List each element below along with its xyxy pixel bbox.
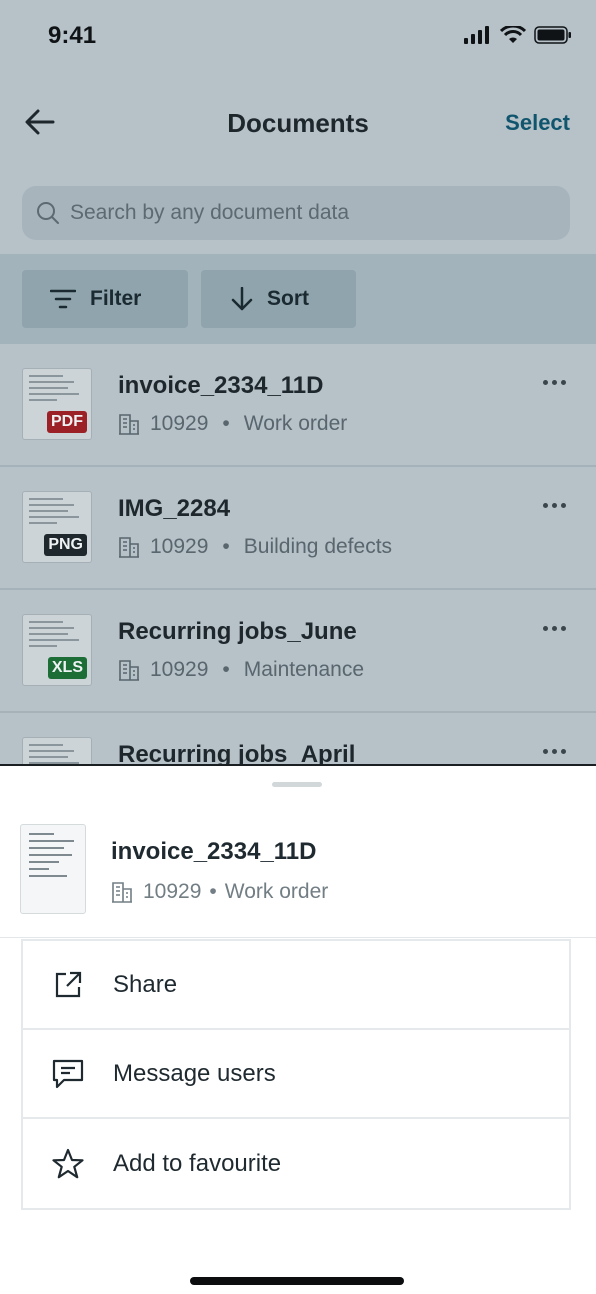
nav-header: Documents Select xyxy=(0,90,596,154)
document-row[interactable]: XLS Recurring jobs_June 10929 • Maintena… xyxy=(0,590,596,713)
file-type-badge: XLS xyxy=(47,657,87,679)
document-meta: 10929 • Work order xyxy=(118,412,347,436)
file-type-badge: PNG xyxy=(44,534,87,556)
wifi-icon xyxy=(500,26,526,43)
document-preview-thumbnail xyxy=(20,824,86,914)
share-external-icon xyxy=(51,968,85,1002)
message-icon xyxy=(51,1057,85,1091)
signal-icon xyxy=(464,26,489,44)
document-category: Maintenance xyxy=(243,658,365,681)
sheet-document-meta: 10929 • Work order xyxy=(111,880,328,904)
document-id: 10929 xyxy=(150,412,209,435)
document-thumbnail: PDF xyxy=(22,368,92,440)
filter-sort-bar: Filter Sort xyxy=(0,254,596,344)
file-type-badge: PDF xyxy=(47,411,87,433)
sheet-document-id: 10929 xyxy=(143,880,202,903)
document-meta: 10929 • Maintenance xyxy=(118,658,364,682)
sort-label: Sort xyxy=(267,287,309,310)
sort-button[interactable]: Sort xyxy=(201,270,356,328)
sheet-document-category: Work order xyxy=(224,880,329,903)
star-icon xyxy=(51,1147,85,1181)
add-to-favourite-action[interactable]: Add to favourite xyxy=(23,1119,569,1208)
document-actions-sheet: invoice_2334_11D 10929 • Work order Shar… xyxy=(0,764,596,1294)
document-category: Building defects xyxy=(243,535,393,558)
document-row[interactable]: PNG IMG_2284 10929 • Building defects xyxy=(0,467,596,590)
select-button[interactable]: Select xyxy=(505,110,570,136)
building-icon xyxy=(118,413,140,435)
filter-button[interactable]: Filter xyxy=(22,270,188,328)
message-users-label: Message users xyxy=(113,1059,276,1087)
search-input[interactable]: Search by any document data xyxy=(22,186,570,240)
document-id: 10929 xyxy=(150,658,209,681)
status-bar: 9:41 xyxy=(0,0,596,72)
document-id: 10929 xyxy=(150,535,209,558)
meta-separator: • xyxy=(222,658,230,681)
add-to-favourite-label: Add to favourite xyxy=(113,1149,282,1177)
documents-screen: 9:41 Documents Select Search by any docu… xyxy=(0,0,596,1294)
document-meta: 10929 • Building defects xyxy=(118,535,392,559)
document-thumbnail: PNG xyxy=(22,491,92,563)
more-options-button[interactable] xyxy=(543,380,566,385)
more-options-button[interactable] xyxy=(543,626,566,631)
battery-icon xyxy=(534,26,571,44)
sheet-document-header: invoice_2334_11D 10929 • Work order xyxy=(0,822,596,938)
building-icon xyxy=(118,659,140,681)
home-indicator xyxy=(190,1277,404,1285)
document-list: PDF invoice_2334_11D 10929 • Work order … xyxy=(0,344,596,836)
status-icons xyxy=(464,26,572,44)
sheet-document-name: invoice_2334_11D xyxy=(111,838,317,865)
sheet-grabber[interactable] xyxy=(272,782,322,787)
more-options-button[interactable] xyxy=(543,503,566,508)
filter-icon xyxy=(50,289,76,309)
share-label: Share xyxy=(113,970,178,998)
meta-separator: • xyxy=(222,535,230,558)
arrow-down-icon xyxy=(231,287,253,311)
document-category: Work order xyxy=(243,412,348,435)
message-users-action[interactable]: Message users xyxy=(23,1030,569,1119)
building-icon xyxy=(118,536,140,558)
filter-label: Filter xyxy=(90,287,142,310)
more-options-button[interactable] xyxy=(543,749,566,754)
search-icon xyxy=(37,202,59,224)
document-name: invoice_2334_11D xyxy=(118,372,324,399)
share-action[interactable]: Share xyxy=(23,941,569,1030)
document-name: IMG_2284 xyxy=(118,495,231,522)
document-row[interactable]: PDF invoice_2334_11D 10929 • Work order xyxy=(0,344,596,467)
status-time: 9:41 xyxy=(48,22,97,49)
document-name: Recurring jobs_June xyxy=(118,618,357,645)
building-icon xyxy=(111,881,133,903)
actions-list: Share Message users Add to favourite xyxy=(21,939,571,1210)
meta-separator: • xyxy=(209,880,217,903)
meta-separator: • xyxy=(222,412,230,435)
search-placeholder: Search by any document data xyxy=(70,201,350,224)
document-thumbnail: XLS xyxy=(22,614,92,686)
